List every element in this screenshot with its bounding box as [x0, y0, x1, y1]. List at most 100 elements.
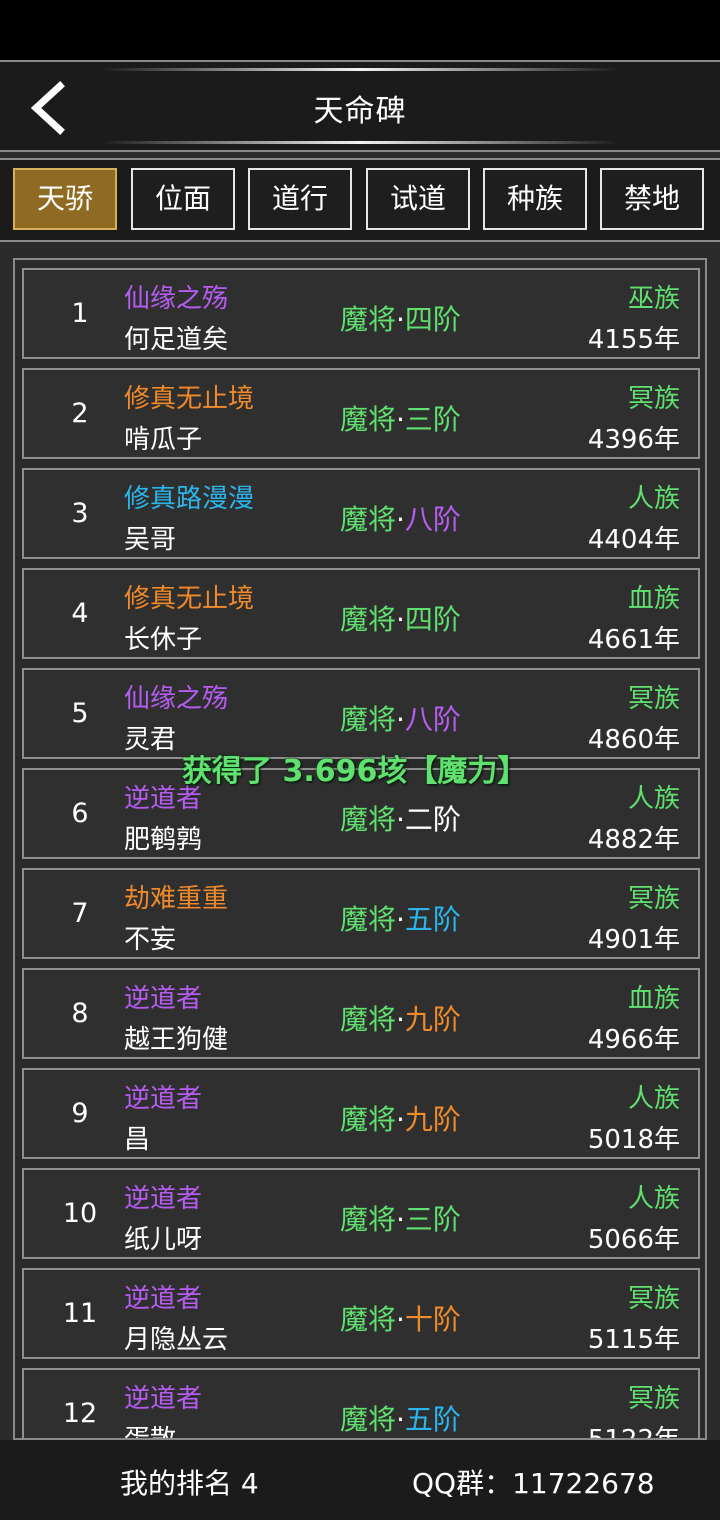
realm-separator: · [396, 903, 405, 936]
ranking-row[interactable]: 11 逆道者 月隐丛云 魔将·十阶 冥族 5115年 [22, 1268, 700, 1359]
realm-stage: 十阶 [404, 1303, 461, 1336]
rank-number: 12 [62, 1398, 98, 1429]
player-age: 5018年 [587, 1125, 680, 1155]
ranking-list[interactable]: 1 仙缘之殇 何足道矣 魔将·四阶 巫族 4155年 2 修真无止境 啃瓜子 魔将·三阶 冥族 439… [13, 258, 707, 1440]
rank-number: 10 [62, 1198, 98, 1229]
player-title: 逆道者 [124, 1384, 203, 1414]
realm-stage: 四阶 [404, 603, 461, 636]
ranking-row[interactable]: 2 修真无止境 啃瓜子 魔将·三阶 冥族 4396年 [22, 368, 700, 459]
tab-shidao[interactable]: 试道 [366, 168, 470, 230]
realm-stage: 九阶 [404, 1103, 461, 1136]
rank-number: 11 [62, 1298, 98, 1329]
player-title: 修真路漫漫 [124, 484, 255, 514]
ranking-row[interactable]: 1 仙缘之殇 何足道矣 魔将·四阶 巫族 4155年 [22, 268, 700, 359]
realm-separator: · [396, 403, 405, 436]
rank-number: 4 [71, 598, 89, 629]
realm-name: 魔将 [340, 403, 397, 436]
player-name: 啃瓜子 [124, 425, 203, 455]
player-name: 越王狗健 [124, 1025, 229, 1055]
realm-separator: · [396, 1303, 405, 1336]
player-title: 逆道者 [124, 984, 203, 1014]
tab-weimian[interactable]: 位面 [131, 168, 235, 230]
ranking-row[interactable]: 10 逆道者 纸儿呀 魔将·三阶 人族 5066年 [22, 1168, 700, 1259]
player-name: 纸儿呀 [124, 1225, 203, 1255]
player-name: 灵君 [124, 725, 177, 755]
ranking-row[interactable]: 9 逆道者昌 魔将·九阶 人族 5018年 [22, 1068, 700, 1159]
realm-name: 魔将 [340, 803, 397, 836]
player-title: 仙缘之殇 [124, 284, 229, 314]
tab-bar: 天骄 位面 道行 试道 种族 禁地 [0, 158, 720, 242]
realm-name: 魔将 [340, 303, 397, 336]
reward-popup: 获得了 3.696垓【魔力】 [182, 754, 528, 789]
player-race: 血族 [627, 984, 680, 1014]
player-name: 蛋散 [124, 1425, 177, 1440]
rank-number: 6 [71, 798, 89, 829]
rank-number: 1 [71, 298, 89, 329]
player-race: 冥族 [627, 1384, 680, 1414]
player-title: 逆道者 [124, 1184, 203, 1214]
player-title: 劫难重重 [124, 884, 229, 914]
player-name: 何足道矣 [124, 325, 229, 355]
player-name: 吴哥 [124, 525, 177, 555]
realm-stage: 三阶 [404, 403, 461, 436]
realm-stage: 四阶 [404, 303, 461, 336]
ranking-row[interactable]: 12 逆道者蛋散 魔将·五阶 冥族 5122年 [22, 1368, 700, 1440]
player-age: 5122年 [587, 1425, 680, 1440]
rank-number: 7 [71, 898, 89, 929]
player-race: 冥族 [627, 884, 680, 914]
realm-stage: 八阶 [404, 503, 461, 536]
player-name: 长休子 [124, 625, 203, 655]
realm-name: 魔将 [340, 503, 397, 536]
cultivation-realm: 魔将·三阶 [340, 398, 461, 438]
cultivation-realm: 魔将·十阶 [340, 1298, 461, 1338]
realm-name: 魔将 [340, 1003, 397, 1036]
player-age: 4882年 [587, 825, 680, 855]
player-title: 修真无止境 [124, 584, 255, 614]
cultivation-realm: 魔将·四阶 [340, 598, 461, 638]
player-race: 血族 [627, 584, 680, 614]
realm-separator: · [396, 1003, 405, 1036]
player-title: 修真无止境 [124, 384, 255, 414]
realm-separator: · [396, 503, 405, 536]
realm-stage: 九阶 [404, 1003, 461, 1036]
player-race: 人族 [627, 1184, 680, 1214]
cultivation-realm: 魔将·九阶 [340, 1098, 461, 1138]
ranking-row[interactable]: 4 修真无止境 长休子 魔将·四阶 血族 4661年 [22, 568, 700, 659]
player-name: 肥鹌鹑 [124, 825, 203, 855]
player-age: 5066年 [587, 1225, 680, 1255]
tab-tianjiao[interactable]: 天骄 [13, 168, 117, 230]
ranking-row[interactable]: 8 逆道者 越王狗健 魔将·九阶 血族 4966年 [22, 968, 700, 1059]
rank-number: 8 [71, 998, 89, 1029]
player-age: 4901年 [587, 925, 680, 955]
player-age: 4860年 [587, 725, 680, 755]
rank-number: 9 [71, 1098, 89, 1129]
player-age: 5115年 [587, 1325, 680, 1355]
realm-name: 魔将 [340, 703, 397, 736]
ranking-row[interactable]: 7 劫难重重 不妄 魔将·五阶 冥族 4901年 [22, 868, 700, 959]
ranking-row[interactable]: 3 修真路漫漫 吴哥 魔将·八阶 人族 4404年 [22, 468, 700, 559]
player-name: 昌 [124, 1125, 151, 1155]
realm-stage: 五阶 [404, 903, 461, 936]
my-rank-label: 我的排名 4 [120, 1467, 259, 1500]
realm-stage: 三阶 [404, 1203, 461, 1236]
rank-number: 5 [71, 698, 89, 729]
tab-zhongzu[interactable]: 种族 [483, 168, 587, 230]
player-age: 4404年 [587, 525, 680, 555]
realm-separator: · [396, 303, 405, 336]
qq-group-label: QQ群：11722678 [412, 1467, 655, 1500]
realm-stage: 八阶 [404, 703, 461, 736]
header-shine-top [100, 68, 620, 71]
cultivation-realm: 魔将·五阶 [340, 1398, 461, 1438]
tab-jindi[interactable]: 禁地 [600, 168, 704, 230]
realm-name: 魔将 [340, 1303, 397, 1336]
player-race: 冥族 [627, 1284, 680, 1314]
tab-daoxing[interactable]: 道行 [248, 168, 352, 230]
realm-stage: 五阶 [404, 1403, 461, 1436]
header-bar: 天命碑 [0, 60, 720, 152]
cultivation-realm: 魔将·八阶 [340, 698, 461, 738]
realm-name: 魔将 [340, 1103, 397, 1136]
cultivation-realm: 魔将·四阶 [340, 298, 461, 338]
page-title: 天命碑 [313, 94, 407, 129]
header-shine-bottom [100, 141, 620, 144]
realm-separator: · [396, 1103, 405, 1136]
